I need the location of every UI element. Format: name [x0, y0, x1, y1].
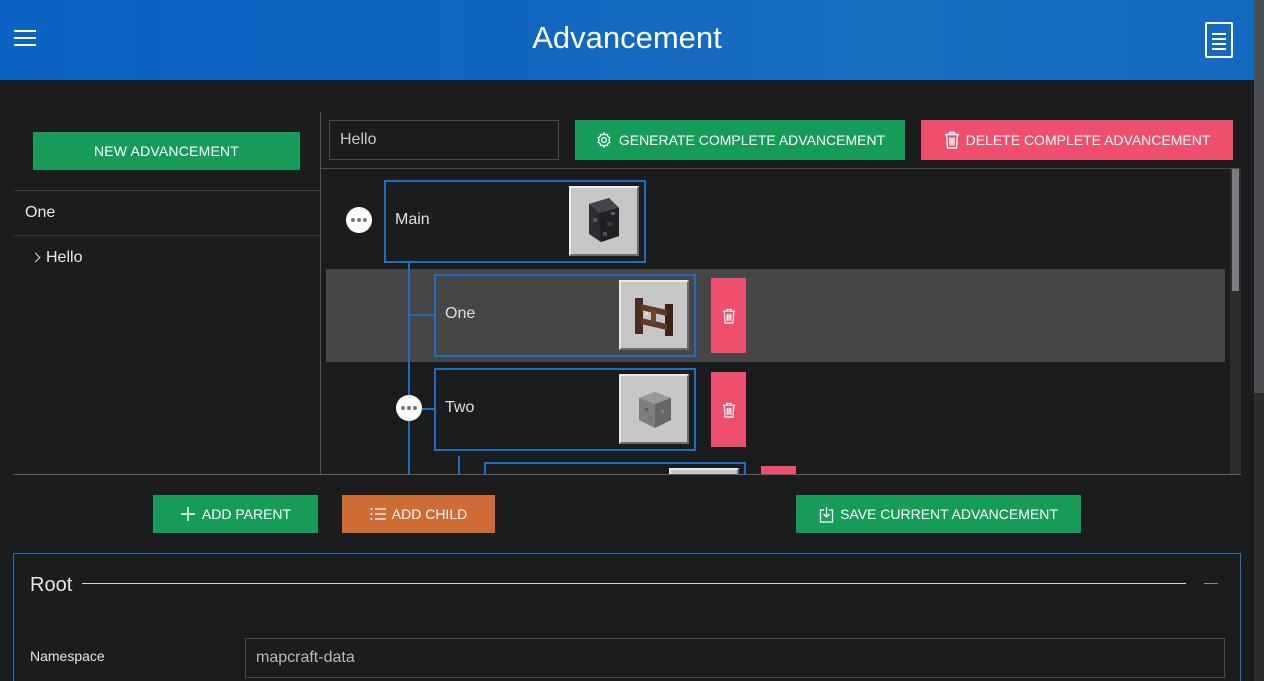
gear-icon: [597, 131, 611, 149]
delete-complete-advancement-button[interactable]: DELETE COMPLETE ADVANCEMENT: [921, 120, 1233, 160]
more-options-icon[interactable]: [346, 207, 372, 233]
page-scrollbar-thumb[interactable]: [1254, 0, 1264, 393]
app-header: Advancement: [0, 0, 1254, 80]
delete-node-button[interactable]: [711, 372, 746, 447]
add-parent-label: ADD PARENT: [201, 506, 292, 522]
root-title: Root: [30, 574, 73, 596]
page-title: Advancement: [532, 20, 722, 55]
tree-connector: [408, 262, 410, 474]
chevron-right-icon: [30, 252, 41, 263]
delete-node-button[interactable]: [711, 278, 746, 353]
add-child-button[interactable]: ADD CHILD: [342, 495, 495, 533]
delete-label: DELETE COMPLETE ADVANCEMENT: [965, 132, 1211, 148]
tree-scrollbar[interactable]: [1230, 169, 1241, 474]
save-download-icon: [819, 506, 834, 523]
trash-icon: [722, 308, 735, 324]
root-panel: Root Namespace mapcraft-data: [13, 553, 1241, 681]
tree-node-one[interactable]: One: [434, 274, 696, 357]
save-label: SAVE CURRENT ADVANCEMENT: [840, 506, 1058, 522]
more-options-icon[interactable]: [396, 395, 422, 421]
tree-node-main[interactable]: Main: [384, 180, 646, 263]
tree-node-label: One: [445, 305, 476, 322]
collapse-icon[interactable]: [1204, 583, 1218, 584]
root-title-divider: [82, 583, 1186, 584]
add-child-label: ADD CHILD: [391, 506, 468, 522]
plus-icon: [180, 507, 195, 521]
blackstone-block-icon[interactable]: [569, 186, 639, 256]
tree-node-child[interactable]: [484, 462, 746, 474]
generate-complete-advancement-button[interactable]: GENERATE COMPLETE ADVANCEMENT: [575, 120, 905, 160]
sidebar-item-one[interactable]: One: [25, 204, 55, 222]
sidebar-item-hello[interactable]: Hello: [30, 249, 83, 267]
delete-node-button[interactable]: [761, 466, 796, 474]
add-parent-button[interactable]: ADD PARENT: [153, 495, 318, 533]
tree-connector: [408, 314, 434, 316]
tree-node-label: Main: [395, 211, 430, 228]
advancement-tree[interactable]: Main One Two: [321, 168, 1241, 474]
advancement-name-value: Hello: [340, 131, 377, 148]
stone-block-icon[interactable]: [619, 374, 689, 444]
namespace-value: mapcraft-data: [256, 649, 355, 666]
list-icon: [370, 508, 386, 520]
fence-gate-icon[interactable]: [619, 280, 689, 350]
divider: [13, 235, 320, 236]
advancement-name-input[interactable]: Hello: [329, 120, 559, 160]
namespace-input[interactable]: mapcraft-data: [245, 638, 1225, 678]
save-current-advancement-button[interactable]: SAVE CURRENT ADVANCEMENT: [796, 495, 1081, 533]
trash-icon: [722, 402, 735, 418]
divider: [13, 190, 320, 191]
section-divider: [13, 474, 1241, 475]
tree-node-two[interactable]: Two: [434, 368, 696, 451]
page-scrollbar[interactable]: [1254, 0, 1264, 681]
new-advancement-button[interactable]: NEW ADVANCEMENT: [33, 132, 300, 170]
sidebar-item-label: Hello: [46, 249, 83, 266]
generate-label: GENERATE COMPLETE ADVANCEMENT: [618, 132, 886, 148]
document-icon[interactable]: [1205, 22, 1233, 58]
tree-scrollbar-thumb[interactable]: [1232, 169, 1239, 291]
namespace-label: Namespace: [30, 648, 105, 664]
tree-connector: [458, 456, 460, 474]
tree-node-label: Two: [445, 399, 475, 416]
trash-icon: [944, 131, 959, 149]
